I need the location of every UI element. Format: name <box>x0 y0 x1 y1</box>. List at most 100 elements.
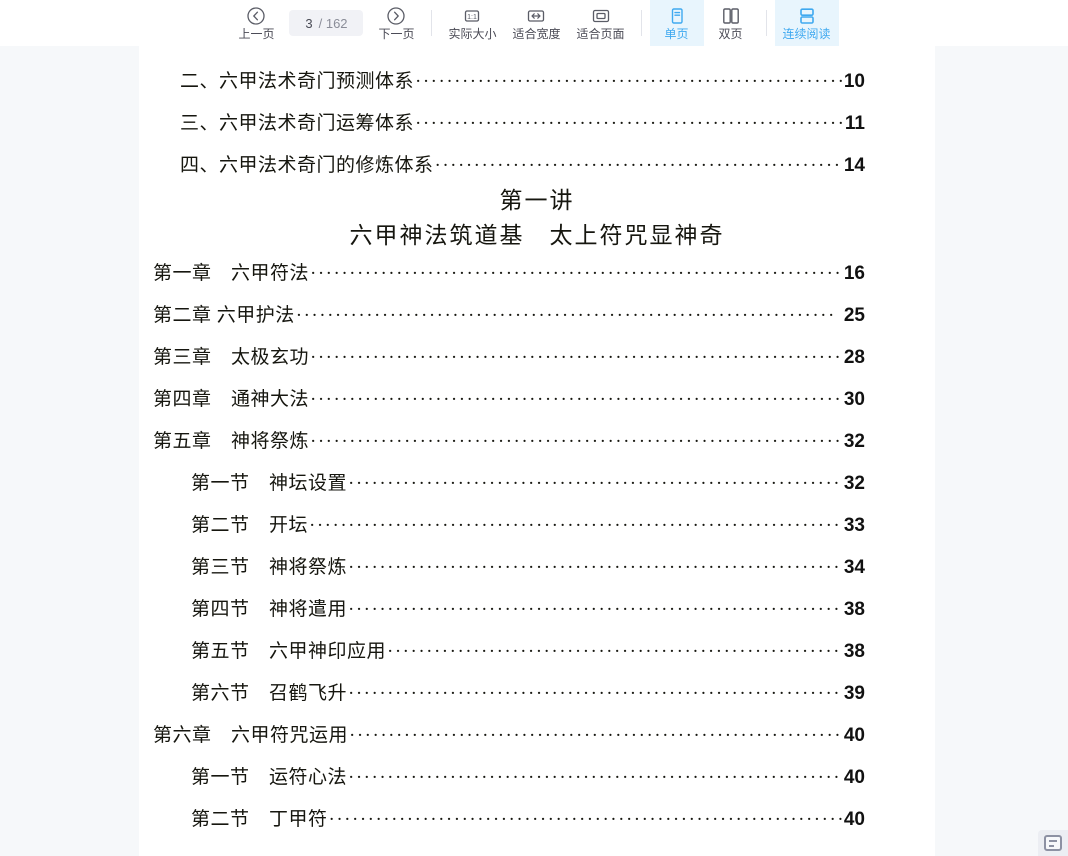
toc-leader-dots: ········································… <box>310 347 842 368</box>
toc-entry[interactable]: 第六章 六甲符咒运用 ······························… <box>139 720 865 748</box>
toc-entry[interactable]: 第二节 丁甲符 ·································… <box>139 804 865 832</box>
toc-entry-page: 40 <box>843 767 865 788</box>
toc-entry-page: 38 <box>843 599 865 620</box>
toc-leader-dots: ········································… <box>348 599 842 620</box>
toc-entry-title: 三、六甲法术奇门运筹体系 <box>180 113 415 134</box>
actual-size-label: 实际大小 <box>448 27 497 41</box>
toc-leader-dots: ········································… <box>387 641 842 662</box>
toc-entry-title: 二、六甲法术奇门预测体系 <box>180 71 415 92</box>
toc-entry-title: 第二节 丁甲符 <box>191 809 328 830</box>
toc-entry-page: 14 <box>843 155 865 176</box>
actual-size-button[interactable]: 1:1 实际大小 <box>440 0 504 46</box>
toc-leader-dots: ········································… <box>309 515 842 536</box>
toc-entry[interactable]: 四、六甲法术奇门的修炼体系 ···························… <box>139 150 865 178</box>
continuous-read-label: 连续阅读 <box>782 27 831 41</box>
toc-leader-dots: ········································… <box>310 389 842 410</box>
toc-entry-page: 32 <box>843 431 865 452</box>
one-to-one-icon: 1:1 <box>462 6 482 26</box>
toc-entry-title: 第六节 召鹤飞升 <box>191 683 348 704</box>
rectangle-icon <box>591 6 611 26</box>
toc-leader-dots: ········································… <box>310 431 842 452</box>
double-page-button[interactable]: 双页 <box>704 0 758 46</box>
toc-entry[interactable]: 第二章 六甲护法 ································… <box>139 300 865 328</box>
toc-entry[interactable]: 第三节 神将祭炼 ································… <box>139 552 865 580</box>
fit-width-button[interactable]: 适合宽度 <box>504 0 568 46</box>
toc-leader-dots: ········································… <box>295 305 834 326</box>
mini-panel-icon[interactable] <box>1038 830 1068 856</box>
mini-panel-glyph <box>1044 835 1062 851</box>
lecture-heading: 第一讲 <box>499 188 575 213</box>
fit-page-button[interactable]: 适合页面 <box>569 0 633 46</box>
toc-leader-dots: ········································… <box>328 809 842 830</box>
pdf-viewer-toolbar: 上一页 3 / 162 下一页 1:1 实际大小 适合宽度 适合页面 单页 双页… <box>0 0 1068 46</box>
toc-entry[interactable]: 二、六甲法术奇门预测体系 ····························… <box>139 66 865 94</box>
continuous-scroll-icon <box>797 6 817 26</box>
toc-entry[interactable]: 第六节 召鹤飞升 ································… <box>139 678 865 706</box>
toc-entry-title: 四、六甲法术奇门的修炼体系 <box>180 155 434 176</box>
toc-entry-page: 16 <box>843 263 865 284</box>
toc-entry-title: 第一章 六甲符法 <box>153 263 310 284</box>
toc-leader-dots: ········································… <box>348 683 842 704</box>
toc-entry-title: 第二章 六甲护法 <box>153 305 295 326</box>
next-page-label: 下一页 <box>378 27 415 41</box>
chevron-left-circle-icon <box>246 6 266 26</box>
single-page-label: 单页 <box>664 27 689 41</box>
lecture-subtitle: 六甲神法筑道基 太上符咒显神奇 <box>349 223 725 248</box>
toc-entry-title: 第一节 神坛设置 <box>191 473 348 494</box>
toc-leader-dots: ········································… <box>349 725 842 746</box>
prev-page-button[interactable]: 上一页 <box>229 0 283 46</box>
toc-leader-dots: ········································… <box>348 557 842 578</box>
toc-leader-dots: ········································… <box>310 263 842 284</box>
toc-entry-page: 32 <box>843 473 865 494</box>
toc-entry-page: 10 <box>843 71 865 92</box>
toolbar-divider-2 <box>640 10 642 36</box>
toc-entry[interactable]: 第一章 六甲符法 ································… <box>139 258 865 286</box>
page-total: / 162 <box>318 15 348 31</box>
toc-entry[interactable]: 第一节 神坛设置 ································… <box>139 468 865 496</box>
toc-entry-page: 25 <box>843 305 865 326</box>
single-page-button[interactable]: 单页 <box>649 0 704 46</box>
toc-entry-title: 第四节 神将遣用 <box>191 599 348 620</box>
fit-page-label: 适合页面 <box>576 27 625 41</box>
toc-leader-dots: ········································… <box>348 767 842 788</box>
toc-entry-page: 40 <box>843 809 865 830</box>
toc-entry-page: 38 <box>843 641 865 662</box>
toc-entry-title: 第四章 通神大法 <box>153 389 310 410</box>
toc-entry[interactable]: 第四章 通神大法 ································… <box>139 384 865 412</box>
toc-entry-title: 第二节 开坛 <box>191 515 309 536</box>
continuous-read-button[interactable]: 连续阅读 <box>774 0 839 46</box>
toc-entry-page: 40 <box>843 725 865 746</box>
double-page-icon <box>721 6 741 26</box>
toc-entry-page: 30 <box>843 389 865 410</box>
toolbar-divider-1 <box>431 10 433 36</box>
svg-text:1:1: 1:1 <box>468 14 478 21</box>
chevron-right-circle-icon <box>386 6 406 26</box>
toc-leader-dots: ········································… <box>434 155 842 176</box>
document-viewer[interactable]: 二、六甲法术奇门预测体系 ····························… <box>0 46 1068 856</box>
toc-entry-title: 第六章 六甲符咒运用 <box>153 725 349 746</box>
toc-entry-title: 第五节 六甲神印应用 <box>191 641 387 662</box>
toc-entry-title: 第一节 运符心法 <box>191 767 348 788</box>
toc-entry[interactable]: 第三章 太极玄功 ································… <box>139 342 865 370</box>
toc-entry-page: 11 <box>844 113 865 134</box>
toc-entry-page: 39 <box>843 683 865 704</box>
page-number-input[interactable]: 3 / 162 <box>289 10 364 36</box>
toc-entry-title: 第三节 神将祭炼 <box>191 557 348 578</box>
toc-entry[interactable]: 第四节 神将遣用 ································… <box>139 594 865 622</box>
toc-entry[interactable]: 第二节 开坛 ··································… <box>139 510 865 538</box>
toc-entry[interactable]: 三、六甲法术奇门运筹体系 ····························… <box>139 108 865 136</box>
toc-entry[interactable]: 第五章 神将祭炼 ································… <box>139 426 865 454</box>
page-current: 3 <box>305 15 313 31</box>
pdf-page-content: 二、六甲法术奇门预测体系 ····························… <box>139 46 935 856</box>
toc-entry[interactable]: 第五节 六甲神印应用 ······························… <box>139 636 865 664</box>
next-page-button[interactable]: 下一页 <box>369 0 423 46</box>
toc-entry-page: 33 <box>843 515 865 536</box>
toc-entry-title: 第五章 神将祭炼 <box>153 431 310 452</box>
toc-leader-dots: ········································… <box>348 473 842 494</box>
pdf-page: 二、六甲法术奇门预测体系 ····························… <box>139 46 935 856</box>
prev-page-label: 上一页 <box>238 27 275 41</box>
toc-entry-title: 第三章 太极玄功 <box>153 347 310 368</box>
toc-entry[interactable]: 第一节 运符心法 ································… <box>139 762 865 790</box>
toc-leader-dots: ········································… <box>415 71 842 92</box>
single-page-icon <box>667 6 687 26</box>
